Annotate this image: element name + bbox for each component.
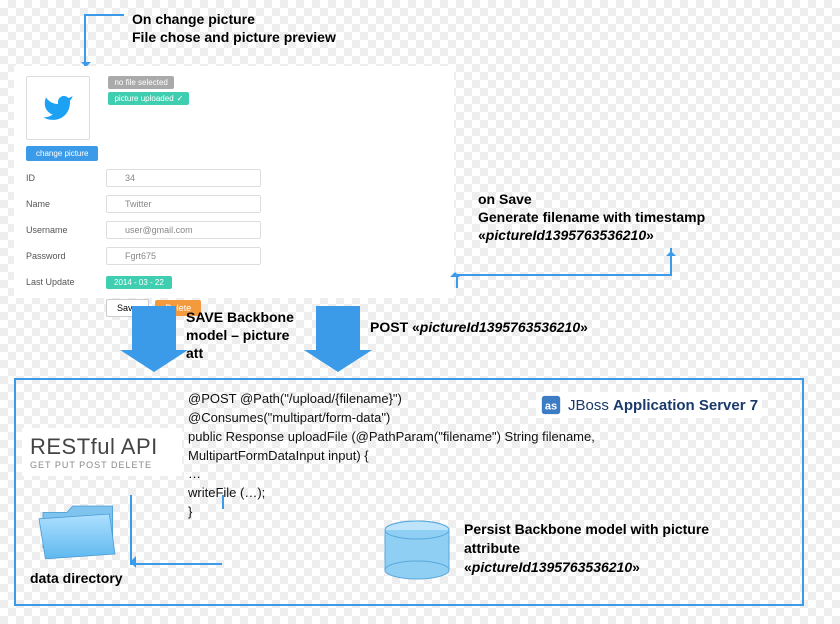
input-wrap: # xyxy=(106,169,442,187)
annotation-line: On change picture xyxy=(132,10,336,28)
connector-save-horiz xyxy=(456,274,672,276)
annotation-line: File chose and picture preview xyxy=(132,28,336,46)
jboss-bold: Application Server 7 xyxy=(613,397,758,414)
persist-label: Persist Backbone model with picture attr… xyxy=(464,520,709,577)
restful-api-label: RESTful API GET PUT POST DELETE xyxy=(22,428,182,476)
connector-writefile xyxy=(130,495,222,565)
code-line: @POST @Path("/upload/{filename}") xyxy=(188,390,595,409)
svg-text:as: as xyxy=(545,401,557,413)
label-post: POST «pictureId1395763536210» POST «pict… xyxy=(370,318,588,336)
username-field[interactable] xyxy=(106,221,261,239)
connector-save-vert xyxy=(670,248,672,274)
label-password: Password xyxy=(26,251,106,261)
code-line: public Response uploadFile (@PathParam("… xyxy=(188,428,595,447)
code-snippet: @POST @Path("/upload/{filename}") @Consu… xyxy=(188,390,595,522)
code-line: MultipartFormDataInput input) { xyxy=(188,447,595,466)
label-name: Name xyxy=(26,199,106,209)
password-field[interactable] xyxy=(106,247,261,265)
change-picture-button[interactable]: change picture xyxy=(26,146,98,161)
badge-uploaded-text: picture uploaded xyxy=(114,94,173,103)
row-username: Username 👤 xyxy=(26,221,442,239)
id-field[interactable] xyxy=(106,169,261,187)
code-line: @Consumes("multipart/form-data") xyxy=(188,409,595,428)
jboss-label: as JBoss Application Server 7 xyxy=(536,392,762,418)
restful-title: RESTful API xyxy=(30,434,174,460)
annotation-line: on Save xyxy=(478,190,705,208)
row-password: Password 🔒 xyxy=(26,247,442,265)
twitter-bird-icon xyxy=(38,92,78,124)
code-line: writeFile (…); xyxy=(188,484,595,503)
badge-no-file: no file selected xyxy=(108,76,173,89)
connector-writefile-top xyxy=(222,495,224,509)
input-wrap: 🔒 xyxy=(106,247,442,265)
annotation-on-change-picture: On change picture File chose and picture… xyxy=(132,10,336,46)
arrow-save-backbone xyxy=(132,306,176,350)
restful-subtitle: GET PUT POST DELETE xyxy=(30,460,174,470)
persist-line: Persist Backbone model with picture xyxy=(464,520,709,539)
avatar-column: change picture xyxy=(26,76,98,161)
arrow-post xyxy=(316,306,360,350)
folder-icon xyxy=(36,498,122,562)
label-save-backbone: SAVE Backbone model – picture att xyxy=(186,308,306,363)
annotation-line: SAVE Backbone xyxy=(186,308,306,326)
badge-column: no file selected picture uploaded ✓ xyxy=(108,76,189,161)
annotation-line: model – picture att xyxy=(186,326,306,362)
row-id: ID # xyxy=(26,169,442,187)
connector-top xyxy=(84,14,124,70)
check-icon: ✓ xyxy=(177,94,184,103)
label-id: ID xyxy=(26,173,106,183)
input-wrap: 👤 xyxy=(106,221,442,239)
form-header: change picture no file selected picture … xyxy=(26,76,442,161)
label-lastupdate: Last Update xyxy=(26,277,106,287)
jboss-text: JBoss Application Server 7 xyxy=(568,397,758,414)
persist-line: attribute xyxy=(464,539,709,558)
badge-uploaded: picture uploaded ✓ xyxy=(108,92,189,105)
row-name: Name 👤 xyxy=(26,195,442,213)
annotation-line: Generate filename with timestamp xyxy=(478,208,705,226)
label-username: Username xyxy=(26,225,106,235)
input-wrap: 👤 xyxy=(106,195,442,213)
connector-save-end xyxy=(456,274,458,288)
row-lastupdate: Last Update 2014 - 03 - 22 xyxy=(26,273,442,291)
avatar-preview xyxy=(26,76,90,140)
jboss-icon: as xyxy=(540,394,562,416)
annotation-on-save: on Save Generate filename with timestamp… xyxy=(478,190,705,245)
form-panel: change picture no file selected picture … xyxy=(14,66,454,298)
lastupdate-value: 2014 - 03 - 22 xyxy=(106,276,172,289)
persist-line: «pictureId1395763536210»«pictureId139576… xyxy=(464,558,709,577)
annotation-line: ««pictureId1395763536210»pictureId139576… xyxy=(478,226,705,244)
name-field[interactable] xyxy=(106,195,261,213)
data-directory-label: data directory xyxy=(30,570,123,586)
jboss-prefix: JBoss xyxy=(568,397,609,414)
database-icon xyxy=(382,520,452,580)
code-line: … xyxy=(188,465,595,484)
